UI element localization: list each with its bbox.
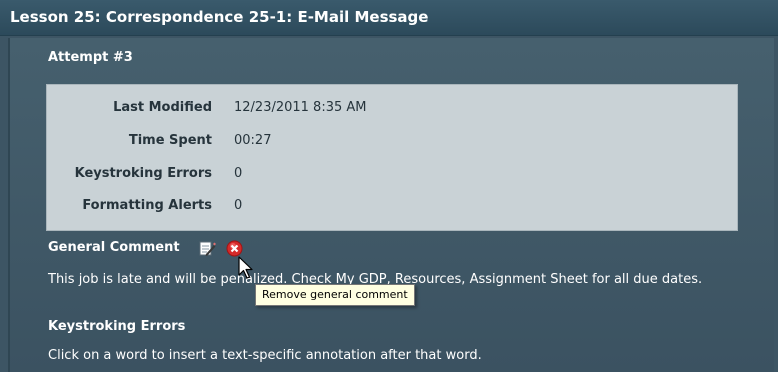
keystroking-errors-heading: Keystroking Errors bbox=[48, 319, 186, 334]
edit-pencil-icon[interactable] bbox=[199, 240, 216, 257]
detail-row-last-modified: Last Modified 12/23/2011 8:35 AM bbox=[47, 100, 737, 122]
detail-value: 12/23/2011 8:35 AM bbox=[234, 100, 367, 115]
detail-row-time-spent: Time Spent 00:27 bbox=[47, 133, 737, 155]
detail-label: Time Spent bbox=[128, 133, 212, 148]
detail-value: 0 bbox=[234, 166, 243, 181]
remove-x-icon[interactable] bbox=[226, 240, 243, 257]
detail-label: Last Modified bbox=[113, 100, 212, 115]
detail-value: 0 bbox=[234, 198, 243, 213]
mouse-cursor-icon bbox=[238, 256, 256, 282]
detail-label: Keystroking Errors bbox=[74, 166, 212, 181]
annotation-instruction: Click on a word to insert a text-specifi… bbox=[48, 348, 482, 363]
tooltip: Remove general comment bbox=[255, 284, 415, 306]
detail-value: 00:27 bbox=[234, 133, 272, 148]
attempt-details-box: Last Modified 12/23/2011 8:35 AM Time Sp… bbox=[46, 84, 738, 231]
general-comment-label: General Comment bbox=[48, 240, 180, 255]
detail-row-formatting-alerts: Formatting Alerts 0 bbox=[47, 198, 737, 220]
detail-label: Formatting Alerts bbox=[82, 198, 212, 213]
attempt-heading: Attempt #3 bbox=[48, 50, 133, 65]
page-title: Lesson 25: Correspondence 25-1: E-Mail M… bbox=[10, 8, 429, 26]
title-bar: Lesson 25: Correspondence 25-1: E-Mail M… bbox=[0, 0, 778, 36]
detail-row-keystroking-errors: Keystroking Errors 0 bbox=[47, 166, 737, 188]
